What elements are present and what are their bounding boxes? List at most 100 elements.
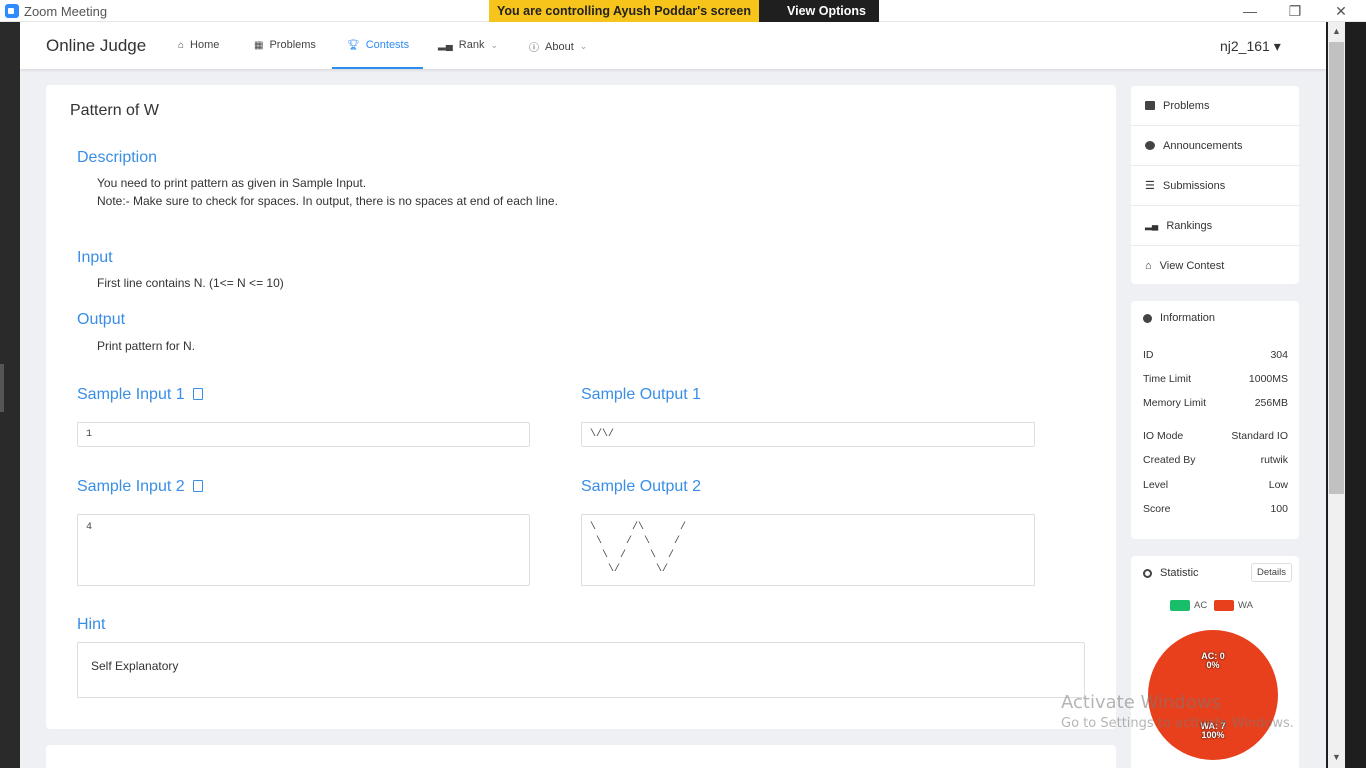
info-value: rutwik <box>1260 454 1288 466</box>
side-item-submissions[interactable]: ☰ Submissions <box>1131 166 1299 206</box>
info-row-io-mode: IO Mode Standard IO <box>1143 430 1288 442</box>
info-row-score: Score 100 <box>1143 503 1288 515</box>
legend-wa-label: WA <box>1238 600 1253 611</box>
sample-input-1-box: 1 <box>77 422 530 447</box>
bar-chart-icon: ▂▄ <box>438 39 453 51</box>
scrollbar-thumb[interactable] <box>1329 42 1344 494</box>
output-text: Print pattern for N. <box>97 339 196 353</box>
legend-wa-swatch <box>1214 600 1234 611</box>
caret-down-icon: ▾ <box>1273 38 1281 54</box>
info-row-memory-limit: Memory Limit 256MB <box>1143 397 1288 409</box>
info-key: Memory Limit <box>1143 397 1207 409</box>
view-options-label: View Options <box>787 4 866 18</box>
statistic-card: Statistic Details AC WA AC: 0 0% WA: 7 1… <box>1131 556 1299 768</box>
info-key: ID <box>1143 349 1154 361</box>
home-icon: ⌂ <box>178 39 185 51</box>
side-item-label: Problems <box>1163 99 1210 112</box>
web-page: Online Judge ⌂ Home ▦ Problems 🏆︎ Contes… <box>20 22 1326 768</box>
chevron-down-icon: ⌄ <box>579 41 588 51</box>
pie-label-ac: AC: 0 0% <box>1198 652 1228 670</box>
info-value: Low <box>1268 479 1288 491</box>
sample-input-1-heading: Sample Input 1 <box>77 386 203 404</box>
minimize-icon[interactable]: — <box>1235 3 1265 19</box>
info-key: IO Mode <box>1143 430 1184 442</box>
nav-about-label: About <box>545 40 574 53</box>
trophy-icon: 🏆︎ <box>347 39 360 51</box>
scroll-down-icon[interactable]: ▼ <box>1330 752 1343 762</box>
information-title: Information <box>1160 312 1216 324</box>
side-item-label: Announcements <box>1163 139 1243 152</box>
sample-input-2-box: 4 <box>77 514 530 586</box>
side-item-rankings[interactable]: ▂▄ Rankings <box>1131 206 1299 246</box>
home-icon: ⌂ <box>1145 260 1152 272</box>
bar-chart-icon: ▂▄ <box>1145 220 1159 230</box>
nav-rank[interactable]: ▂▄ Rank ⌄ <box>438 39 498 51</box>
active-tab-indicator <box>332 67 423 69</box>
nav-home[interactable]: ⌂ Home <box>178 39 219 51</box>
output-heading: Output <box>77 311 126 328</box>
scroll-up-icon[interactable]: ▲ <box>1330 26 1343 36</box>
info-value: 1000MS <box>1248 373 1288 385</box>
info-key: Score <box>1143 503 1171 515</box>
left-window-edge <box>0 22 20 768</box>
remote-control-banner: You are controlling Ayush Poddar's scree… <box>489 0 759 22</box>
view-options-button[interactable]: View Options ⌄ <box>759 0 879 40</box>
info-row-id: ID 304 <box>1143 349 1288 361</box>
problem-title: Pattern of W <box>70 102 159 119</box>
chat-icon <box>1145 141 1155 150</box>
pie-label-ac-pct: 0% <box>1206 660 1220 670</box>
info-key: Level <box>1143 479 1169 491</box>
hint-box: Self Explanatory <box>77 642 1085 698</box>
info-row-created-by: Created By rutwik <box>1143 454 1288 466</box>
info-row-time-limit: Time Limit 1000MS <box>1143 373 1288 385</box>
info-icon <box>1143 313 1152 323</box>
info-value: Standard IO <box>1231 430 1288 442</box>
top-nav: Online Judge ⌂ Home ▦ Problems 🏆︎ Contes… <box>20 22 1326 69</box>
side-item-view-contest[interactable]: ⌂ View Contest <box>1131 246 1299 286</box>
info-key: Time Limit <box>1143 373 1192 385</box>
clipboard-icon[interactable] <box>192 388 203 400</box>
information-header: Information <box>1143 312 1215 324</box>
legend-ac-label: AC <box>1194 600 1208 611</box>
restore-icon[interactable]: ❐ <box>1280 3 1310 20</box>
info-value: 100 <box>1270 503 1288 515</box>
submit-card <box>46 745 1116 768</box>
sample-output-2-box: \ /\ / \ / \ / \ / \ / \/ \/ <box>581 514 1035 586</box>
sample-input-1-label: Sample Input 1 <box>77 386 185 403</box>
side-item-label: View Contest <box>1159 260 1225 272</box>
input-text: First line contains N. (1<= N <= 10) <box>97 276 284 290</box>
sample-input-2-heading: Sample Input 2 <box>77 478 203 496</box>
sample-output-1-box: \/\/ <box>581 422 1035 447</box>
username: nj2_161 <box>1220 38 1270 54</box>
legend-wa[interactable]: WA <box>1214 600 1253 611</box>
information-card: Information ID 304 Time Limit 1000MS Memor… <box>1131 301 1299 539</box>
nav-contests-label: Contests <box>365 39 410 51</box>
side-item-problems[interactable]: Problems <box>1131 86 1299 126</box>
side-item-label: Rankings <box>1166 219 1213 232</box>
info-value: 256MB <box>1254 397 1288 409</box>
contest-side-menu: Problems Announcements ☰ Submissions ▂▄ … <box>1131 86 1299 284</box>
nav-about[interactable]: ⓘ About ⌄ <box>529 39 588 55</box>
clipboard-icon[interactable] <box>192 480 203 492</box>
activate-windows-subtitle: Go to Settings to activate Windows. <box>1061 716 1294 731</box>
problems-icon <box>1145 101 1155 110</box>
statistic-header: Statistic <box>1143 567 1199 579</box>
nav-rank-label: Rank <box>458 39 485 51</box>
sample-output-2-label: Sample Output 2 <box>581 478 702 495</box>
details-button[interactable]: Details <box>1251 563 1292 582</box>
brand-logo[interactable]: Online Judge <box>46 36 146 56</box>
zoom-title-bar: Zoom Meeting You are controlling Ayush P… <box>0 0 1366 40</box>
zoom-window-title: Zoom Meeting <box>24 4 108 19</box>
chevron-down-icon: ⌄ <box>490 39 499 50</box>
hint-heading: Hint <box>77 616 106 633</box>
nav-problems[interactable]: ▦ Problems <box>254 39 316 51</box>
legend-ac-swatch <box>1170 600 1190 611</box>
sample-input-2-label: Sample Input 2 <box>77 478 185 495</box>
info-key: Created By <box>1143 454 1196 466</box>
close-icon[interactable]: ✕ <box>1326 3 1356 20</box>
statistic-title: Statistic <box>1160 567 1199 579</box>
user-menu[interactable]: nj2_161 ▾ <box>1220 38 1281 55</box>
legend-ac[interactable]: AC <box>1170 600 1207 611</box>
side-item-announcements[interactable]: Announcements <box>1131 126 1299 166</box>
nav-contests[interactable]: 🏆︎ Contests <box>347 39 409 51</box>
